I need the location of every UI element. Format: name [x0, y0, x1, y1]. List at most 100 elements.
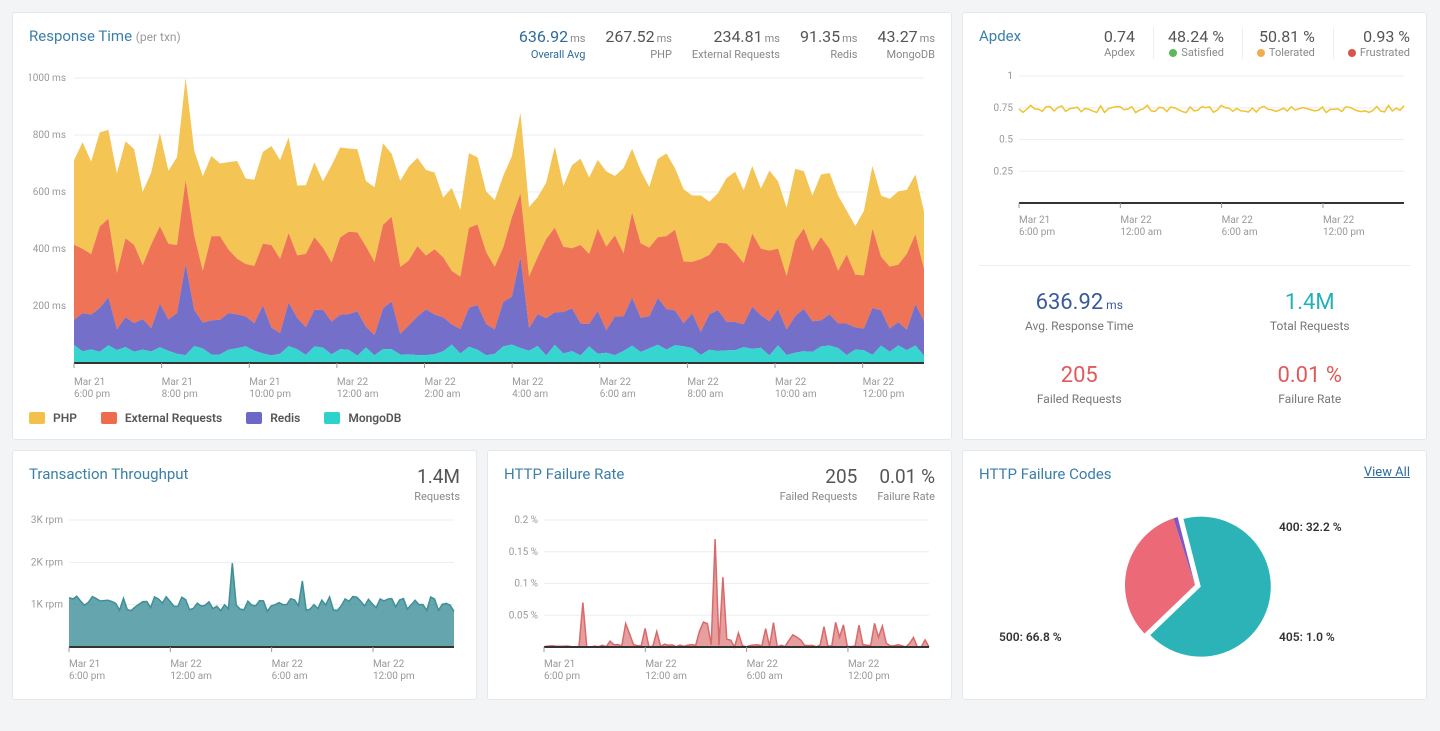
card-title: HTTP Failure Codes: [979, 465, 1112, 483]
stat: 0.01 %Failure Rate: [877, 465, 935, 503]
apdex-stat: 0.74Apdex: [1104, 27, 1135, 59]
stat: 91.35msRedis: [800, 27, 858, 61]
svg-text:0.1 %: 0.1 %: [514, 579, 538, 590]
svg-text:Mar 22: Mar 22: [1323, 215, 1355, 226]
svg-text:Mar 22: Mar 22: [170, 659, 202, 670]
svg-text:6:00 pm: 6:00 pm: [74, 389, 110, 400]
throughput-stats: 1.4MRequests: [414, 465, 460, 503]
svg-text:12:00 pm: 12:00 pm: [848, 671, 890, 682]
svg-text:Mar 22: Mar 22: [687, 377, 719, 388]
response-time-card: Response Time (per txn) 636.92msOverall …: [12, 12, 952, 440]
svg-text:3K rpm: 3K rpm: [31, 515, 63, 526]
apdex-stat: 0.93 %Frustrated: [1333, 27, 1410, 59]
svg-text:Mar 22: Mar 22: [645, 659, 677, 670]
big-stat: 0.01 %Failure Rate: [1210, 363, 1411, 406]
svg-text:0.2 %: 0.2 %: [514, 515, 538, 526]
pie-slice-label: 400: 32.2 %: [1279, 520, 1342, 534]
svg-text:12:00 am: 12:00 am: [1120, 227, 1162, 238]
svg-text:1: 1: [1007, 71, 1013, 82]
stat: 205Failed Requests: [780, 465, 858, 503]
stat: 636.92msOverall Avg: [519, 27, 586, 61]
svg-text:Mar 22: Mar 22: [337, 377, 369, 388]
dashboard-grid: Response Time (per txn) 636.92msOverall …: [12, 12, 1428, 700]
svg-text:600 ms: 600 ms: [33, 187, 66, 198]
response-time-chart[interactable]: 200 ms400 ms600 ms800 ms1000 ms Mar 216:…: [29, 73, 935, 403]
legend-item[interactable]: PHP: [29, 411, 77, 425]
apdex-chart[interactable]: 0.250.50.751 Mar 216:00 pmMar 2212:00 am…: [979, 71, 1410, 241]
svg-text:Mar 22: Mar 22: [1120, 215, 1152, 226]
throughput-chart[interactable]: 1K rpm2K rpm3K rpm Mar 216:00 pmMar 2212…: [29, 515, 460, 685]
svg-text:400 ms: 400 ms: [33, 244, 66, 255]
legend-item[interactable]: MongoDB: [324, 411, 401, 425]
svg-text:0.15 %: 0.15 %: [509, 547, 538, 558]
failure-rate-chart[interactable]: 0.05 % 0.1 % 0.15 % 0.2 % Mar 216:00 pm Mar …: [504, 515, 935, 685]
svg-text:4:00 am: 4:00 am: [512, 389, 548, 400]
big-stat: 636.92 msAvg. Response Time: [979, 290, 1180, 333]
view-all-link[interactable]: View All: [1364, 465, 1410, 480]
svg-text:Mar 22: Mar 22: [600, 377, 632, 388]
svg-text:Mar 21: Mar 21: [69, 659, 100, 670]
card-title: Response Time (per txn): [29, 27, 181, 45]
svg-text:6:00 am: 6:00 am: [600, 389, 636, 400]
svg-text:10:00 am: 10:00 am: [775, 389, 817, 400]
card-header: HTTP Failure Rate 205Failed Requests 0.01…: [504, 465, 935, 503]
svg-text:0.5: 0.5: [999, 135, 1013, 146]
failure-codes-card: HTTP Failure Codes View All 500: 66.8 % 4…: [962, 450, 1427, 700]
stat: 267.52msPHP: [605, 27, 672, 61]
apdex-card: Apdex 0.74Apdex48.24 %Satisfied50.81 %To…: [962, 12, 1427, 440]
svg-text:12:00 am: 12:00 am: [337, 389, 379, 400]
svg-text:12:00 pm: 12:00 pm: [863, 389, 905, 400]
svg-text:8:00 pm: 8:00 pm: [162, 389, 198, 400]
svg-text:6:00 am: 6:00 am: [272, 671, 308, 682]
svg-text:2K rpm: 2K rpm: [31, 557, 63, 568]
svg-text:Mar 22: Mar 22: [373, 659, 405, 670]
svg-text:800 ms: 800 ms: [33, 130, 66, 141]
response-time-stats: 636.92msOverall Avg267.52msPHP234.81msEx…: [519, 27, 935, 61]
card-title: HTTP Failure Rate: [504, 465, 624, 483]
svg-text:12:00 am: 12:00 am: [170, 671, 212, 682]
svg-text:Mar 22: Mar 22: [848, 659, 880, 670]
svg-text:0.75: 0.75: [994, 103, 1014, 114]
failure-rate-stats: 205Failed Requests 0.01 %Failure Rate: [780, 465, 935, 503]
legend-item[interactable]: Redis: [246, 411, 300, 425]
card-header: Apdex 0.74Apdex48.24 %Satisfied50.81 %To…: [979, 27, 1410, 59]
svg-text:6:00 pm: 6:00 pm: [544, 671, 580, 682]
svg-text:200 ms: 200 ms: [33, 301, 66, 312]
failure-rate-card: HTTP Failure Rate 205Failed Requests 0.01…: [487, 450, 952, 700]
svg-text:12:00 pm: 12:00 pm: [373, 671, 415, 682]
svg-text:Mar 22: Mar 22: [775, 377, 807, 388]
big-stat: 205Failed Requests: [979, 363, 1180, 406]
stat: 1.4MRequests: [414, 465, 460, 503]
svg-text:2:00 am: 2:00 am: [425, 389, 461, 400]
svg-text:8:00 am: 8:00 am: [687, 389, 723, 400]
throughput-card: Transaction Throughput 1.4MRequests 1K r…: [12, 450, 477, 700]
apdex-stat: 48.24 %Satisfied: [1153, 27, 1224, 59]
svg-text:0.05 %: 0.05 %: [509, 610, 538, 621]
card-header: HTTP Failure Codes View All: [979, 465, 1410, 483]
svg-text:Mar 22: Mar 22: [512, 377, 544, 388]
svg-text:1000 ms: 1000 ms: [29, 73, 66, 84]
svg-text:Mar 22: Mar 22: [1222, 215, 1254, 226]
svg-text:12:00 am: 12:00 am: [645, 671, 687, 682]
svg-text:Mar 22: Mar 22: [425, 377, 457, 388]
svg-text:Mar 22: Mar 22: [863, 377, 895, 388]
svg-text:0.25: 0.25: [994, 166, 1014, 177]
svg-text:Mar 22: Mar 22: [272, 659, 304, 670]
failure-codes-chart[interactable]: 500: 66.8 % 400: 32.2 % 405: 1.0 %: [979, 495, 1410, 675]
pie-slice-label: 405: 1.0 %: [1279, 630, 1335, 644]
big-stat: 1.4MTotal Requests: [1210, 290, 1411, 333]
card-title: Transaction Throughput: [29, 465, 188, 483]
title-text: Response Time: [29, 27, 132, 45]
legend-item[interactable]: External Requests: [101, 411, 222, 425]
svg-text:6:00 pm: 6:00 pm: [69, 671, 105, 682]
pie-slice-label: 500: 66.8 %: [999, 630, 1062, 644]
card-title: Apdex: [979, 27, 1021, 45]
svg-text:12:00 pm: 12:00 pm: [1323, 227, 1365, 238]
apdex-stats: 0.74Apdex48.24 %Satisfied50.81 %Tolerate…: [1104, 27, 1410, 59]
svg-text:Mar 22: Mar 22: [747, 659, 779, 670]
svg-text:6:00 am: 6:00 am: [1222, 227, 1258, 238]
apdex-big-stats: 636.92 msAvg. Response Time 1.4MTotal Req…: [979, 265, 1410, 406]
svg-text:Mar 21: Mar 21: [74, 377, 105, 388]
svg-text:Mar 21: Mar 21: [544, 659, 575, 670]
title-sub: (per txn): [136, 30, 181, 44]
